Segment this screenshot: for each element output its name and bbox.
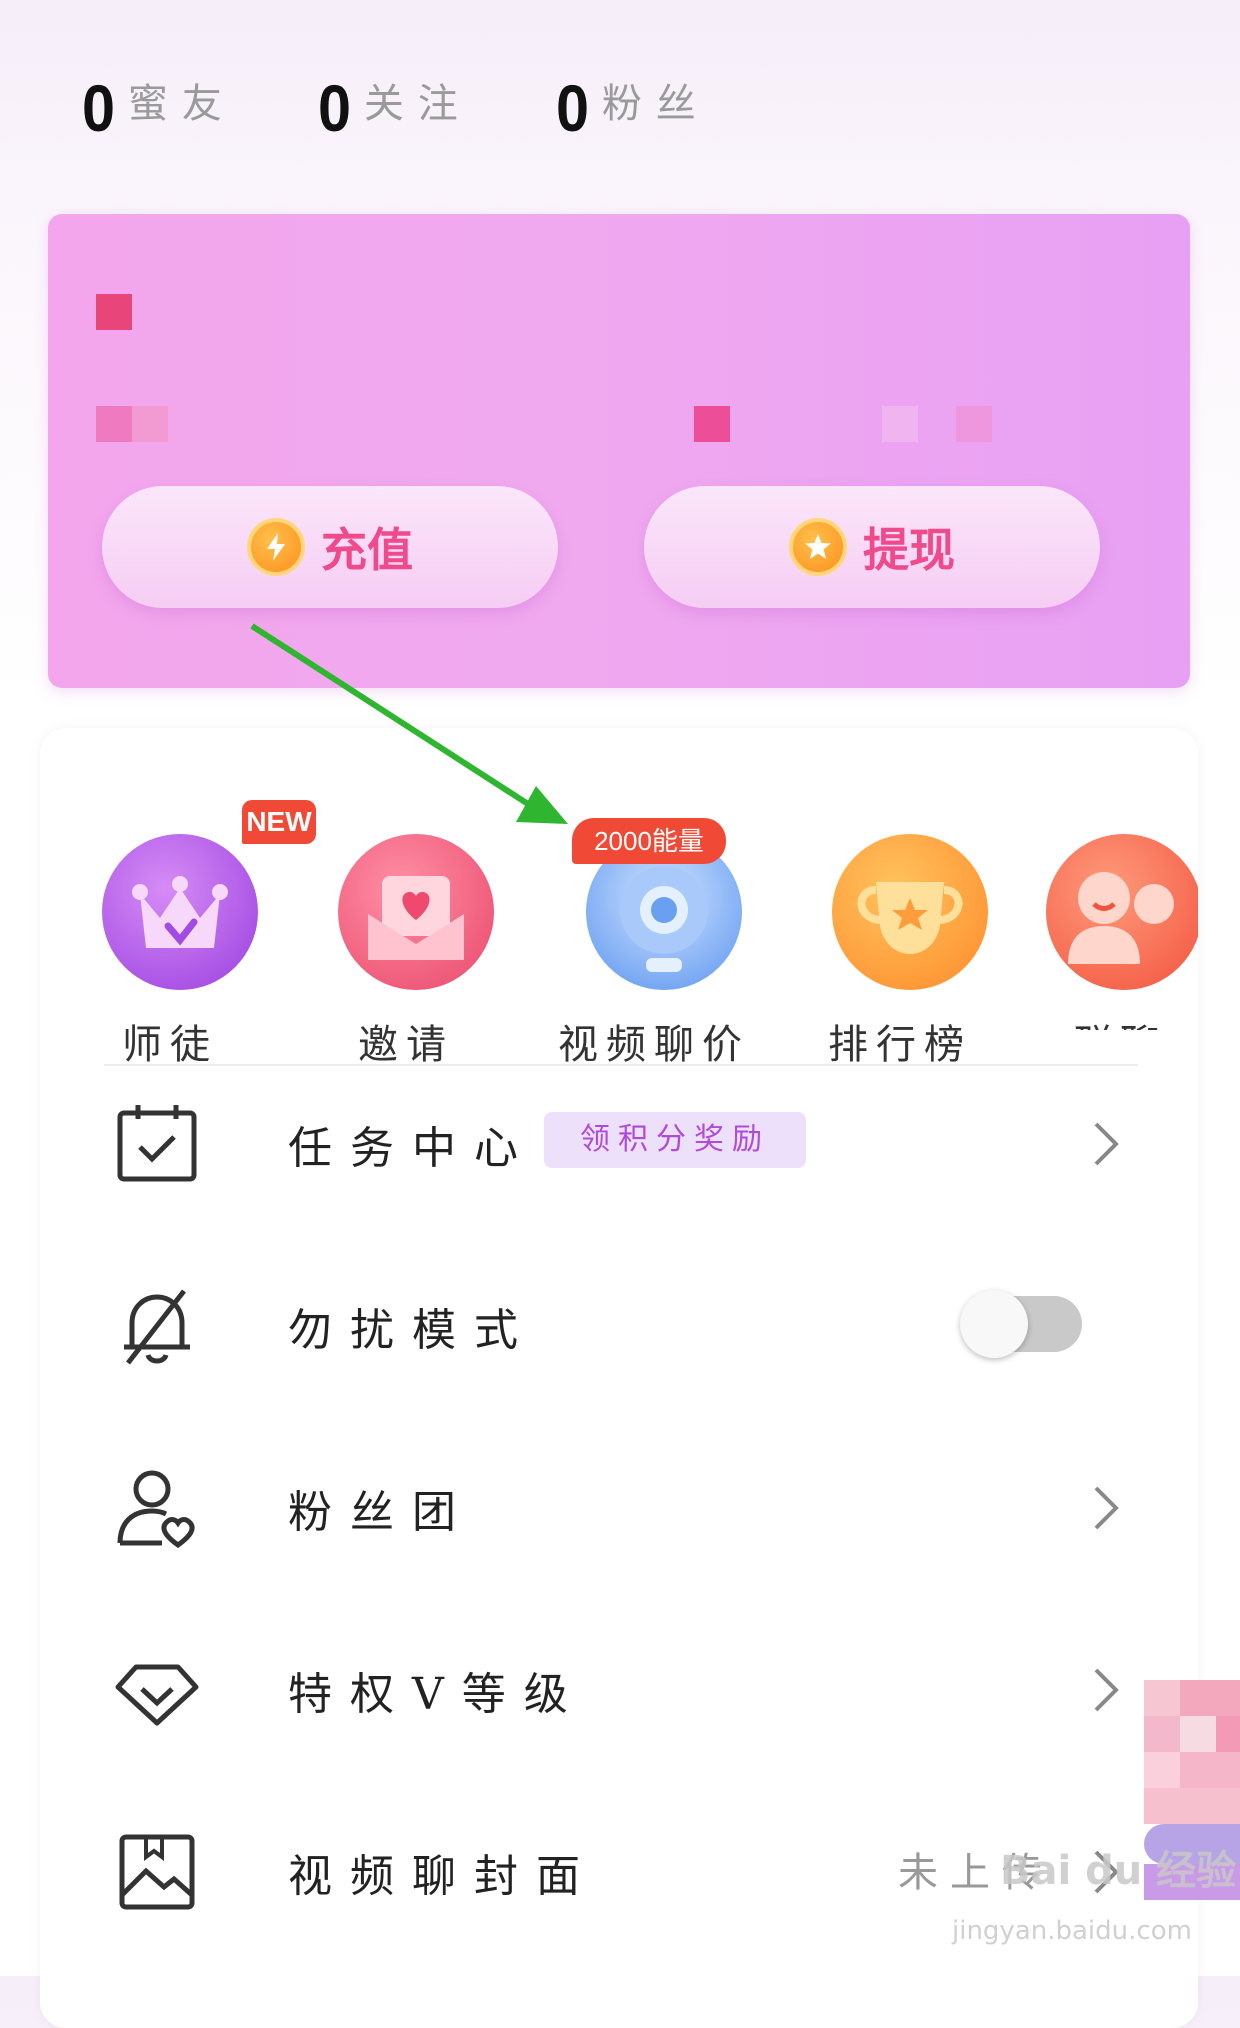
pixelated-balance: [96, 294, 132, 330]
star-icon: [789, 518, 847, 576]
pixelated-balance: [956, 406, 992, 442]
envelope-heart-icon: [338, 834, 494, 990]
group-chat-icon: [1046, 834, 1198, 990]
quick-action-video-price[interactable]: 2000能量 视频聊价: [558, 780, 744, 1068]
quick-action-leaderboard[interactable]: 排行榜: [810, 780, 990, 1068]
recharge-label: 充值: [321, 523, 413, 577]
pixelated-balance: [96, 406, 132, 442]
stat-friends[interactable]: 0 蜜友: [82, 70, 236, 160]
chevron-right-icon: [1094, 1122, 1119, 1166]
pixelated-balance: [882, 406, 918, 442]
lightning-icon: [247, 518, 305, 576]
menu-row-vip-level[interactable]: 特权V等级: [40, 1612, 1198, 1762]
stat-label: 粉丝: [601, 81, 710, 127]
stat-following[interactable]: 0 关注: [318, 70, 472, 160]
quick-action-mentor[interactable]: NEW 师徒: [80, 780, 316, 1068]
chevron-right-icon: [1094, 1486, 1119, 1530]
stat-count: 0: [82, 71, 116, 145]
pixelated-balance: [132, 406, 168, 442]
energy-badge: 2000能量: [572, 818, 726, 864]
stat-fans[interactable]: 0 粉丝: [556, 70, 710, 160]
user-heart-icon: [117, 1470, 195, 1549]
crown-icon: [102, 834, 258, 990]
new-badge: NEW: [242, 800, 316, 844]
toggle-knob: [960, 1290, 1028, 1358]
calendar-check-icon: [117, 1105, 197, 1182]
bell-off-icon: [124, 1289, 190, 1365]
watermark-url: jingyan.baidu.com: [952, 1916, 1192, 1946]
quick-action-label: 视频聊价: [558, 1022, 750, 1068]
chevron-right-icon: [1094, 1668, 1119, 1712]
withdraw-button[interactable]: 提现: [644, 486, 1100, 608]
do-not-disturb-toggle[interactable]: [960, 1290, 1082, 1358]
menu-row-task-center[interactable]: 任务中心 领积分奖励: [40, 1066, 1198, 1216]
watermark: Bai du 经验: [1000, 1848, 1237, 1894]
withdraw-label: 提现: [863, 523, 955, 577]
menu-label: 粉丝团: [288, 1487, 474, 1538]
quick-action-label: 排行榜: [828, 1022, 972, 1068]
stat-label: 蜜友: [127, 81, 236, 127]
menu-row-fan-club[interactable]: 粉丝团: [40, 1430, 1198, 1580]
quick-action-group-chat[interactable]: 群聊: [1040, 780, 1198, 1030]
quick-action-label: 群聊: [1040, 1012, 1198, 1030]
reward-tag: 领积分奖励: [544, 1112, 806, 1168]
stat-count: 0: [556, 71, 590, 145]
menu-label: 特权V等级: [288, 1669, 586, 1720]
pixelated-balance: [694, 406, 730, 442]
wallet-card: 充值 提现: [48, 214, 1190, 688]
main-card: NEW 师徒 邀请 2000能量 视频聊价 排行榜 任务中心 领积分奖励 勿扰模…: [40, 728, 1198, 2028]
menu-label: 勿扰模式: [288, 1305, 536, 1356]
menu-label: 视频聊封面: [288, 1851, 598, 1902]
image-icon: [119, 1834, 195, 1910]
trophy-icon: [832, 834, 988, 990]
menu-label: 任务中心: [288, 1123, 536, 1174]
recharge-button[interactable]: 充值: [102, 486, 558, 608]
stat-count: 0: [318, 71, 352, 145]
menu-row-do-not-disturb: 勿扰模式: [40, 1248, 1198, 1398]
quick-action-invite[interactable]: 邀请: [316, 780, 496, 1068]
stat-label: 关注: [363, 81, 472, 127]
quick-action-label: 邀请: [358, 1022, 454, 1068]
quick-action-label: 师徒: [122, 1022, 218, 1068]
diamond-icon: [115, 1664, 199, 1726]
